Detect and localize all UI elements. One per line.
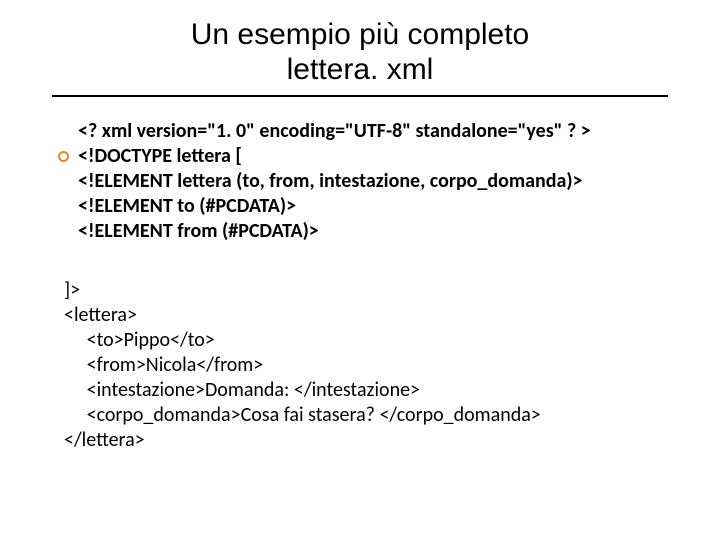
- xml-line-4: <from>Nicola</from>: [64, 353, 263, 377]
- dtd-line-1: <? xml version="1. 0" encoding="UTF-8" s…: [78, 119, 591, 143]
- bullet-icon: [58, 151, 69, 162]
- slide: Un esempio più completo lettera. xml <? …: [0, 0, 720, 540]
- xml-line-6: <corpo_domanda>Cosa fai stasera? </corpo…: [64, 403, 541, 427]
- dtd-line-3: <!ELEMENT lettera (to, from, intestazion…: [78, 169, 583, 193]
- dtd-line-2: <!DOCTYPE lettera [: [78, 144, 242, 168]
- title-line-2: lettera. xml: [0, 53, 720, 88]
- xml-line-1: ]>: [64, 278, 80, 302]
- xml-block: ]> <lettera> <to>Pippo</to> <from>Nicola…: [64, 278, 720, 453]
- xml-line-7: </lettera>: [64, 428, 145, 452]
- slide-title: Un esempio più completo lettera. xml: [0, 0, 720, 87]
- xml-line-3: <to>Pippo</to>: [64, 328, 215, 352]
- title-line-1: Un esempio più completo: [0, 18, 720, 53]
- dtd-line-5: <!ELEMENT from (#PCDATA)>: [78, 219, 319, 243]
- xml-line-5: <intestazione>Domanda: </intestazione>: [64, 378, 420, 402]
- xml-line-2: <lettera>: [64, 303, 137, 327]
- title-underline: [52, 95, 668, 97]
- dtd-line-4: <!ELEMENT to (#PCDATA)>: [78, 194, 296, 218]
- dtd-block: <? xml version="1. 0" encoding="UTF-8" s…: [78, 119, 720, 244]
- spacer: [0, 244, 720, 278]
